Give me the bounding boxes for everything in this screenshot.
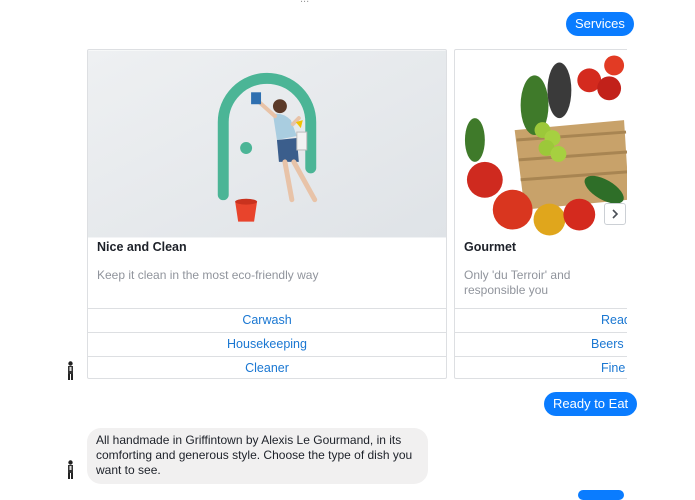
partial-quick-reply[interactable]	[578, 490, 624, 500]
card-nice-and-clean: Nice and Clean Keep it clean in the most…	[87, 49, 447, 379]
fine-button[interactable]: Fine	[455, 356, 627, 378]
card-carousel: Nice and Clean Keep it clean in the most…	[87, 49, 627, 380]
card-subtitle: Keep it clean in the most eco-friendly w…	[97, 268, 319, 282]
card-subtitle: Only 'du Terroir' and responsible you	[464, 268, 571, 297]
card-title: Nice and Clean	[97, 240, 187, 254]
top-partial-text: ...	[300, 0, 309, 5]
vegetables-image	[455, 50, 627, 238]
person-avatar-icon	[68, 361, 73, 380]
read-button[interactable]: Read	[455, 308, 627, 332]
services-quick-reply[interactable]: Services	[566, 12, 634, 36]
card-gourmet: Gourmet Only 'du Terroir' and responsibl…	[454, 49, 627, 379]
cleaner-button[interactable]: Cleaner	[88, 356, 446, 378]
chevron-right-icon	[612, 209, 619, 219]
bot-message-bubble: All handmade in Griffintown by Alexis Le…	[87, 428, 428, 484]
housekeeping-button[interactable]: Housekeeping	[88, 332, 446, 356]
carwash-button[interactable]: Carwash	[88, 308, 446, 332]
cleaning-image	[88, 50, 446, 238]
card-title: Gourmet	[464, 240, 517, 254]
ready-to-eat-quick-reply[interactable]: Ready to Eat	[544, 392, 638, 416]
carousel-next-button[interactable]	[604, 203, 626, 225]
beers-button[interactable]: Beers a	[455, 332, 627, 356]
person-avatar-icon	[68, 460, 73, 479]
